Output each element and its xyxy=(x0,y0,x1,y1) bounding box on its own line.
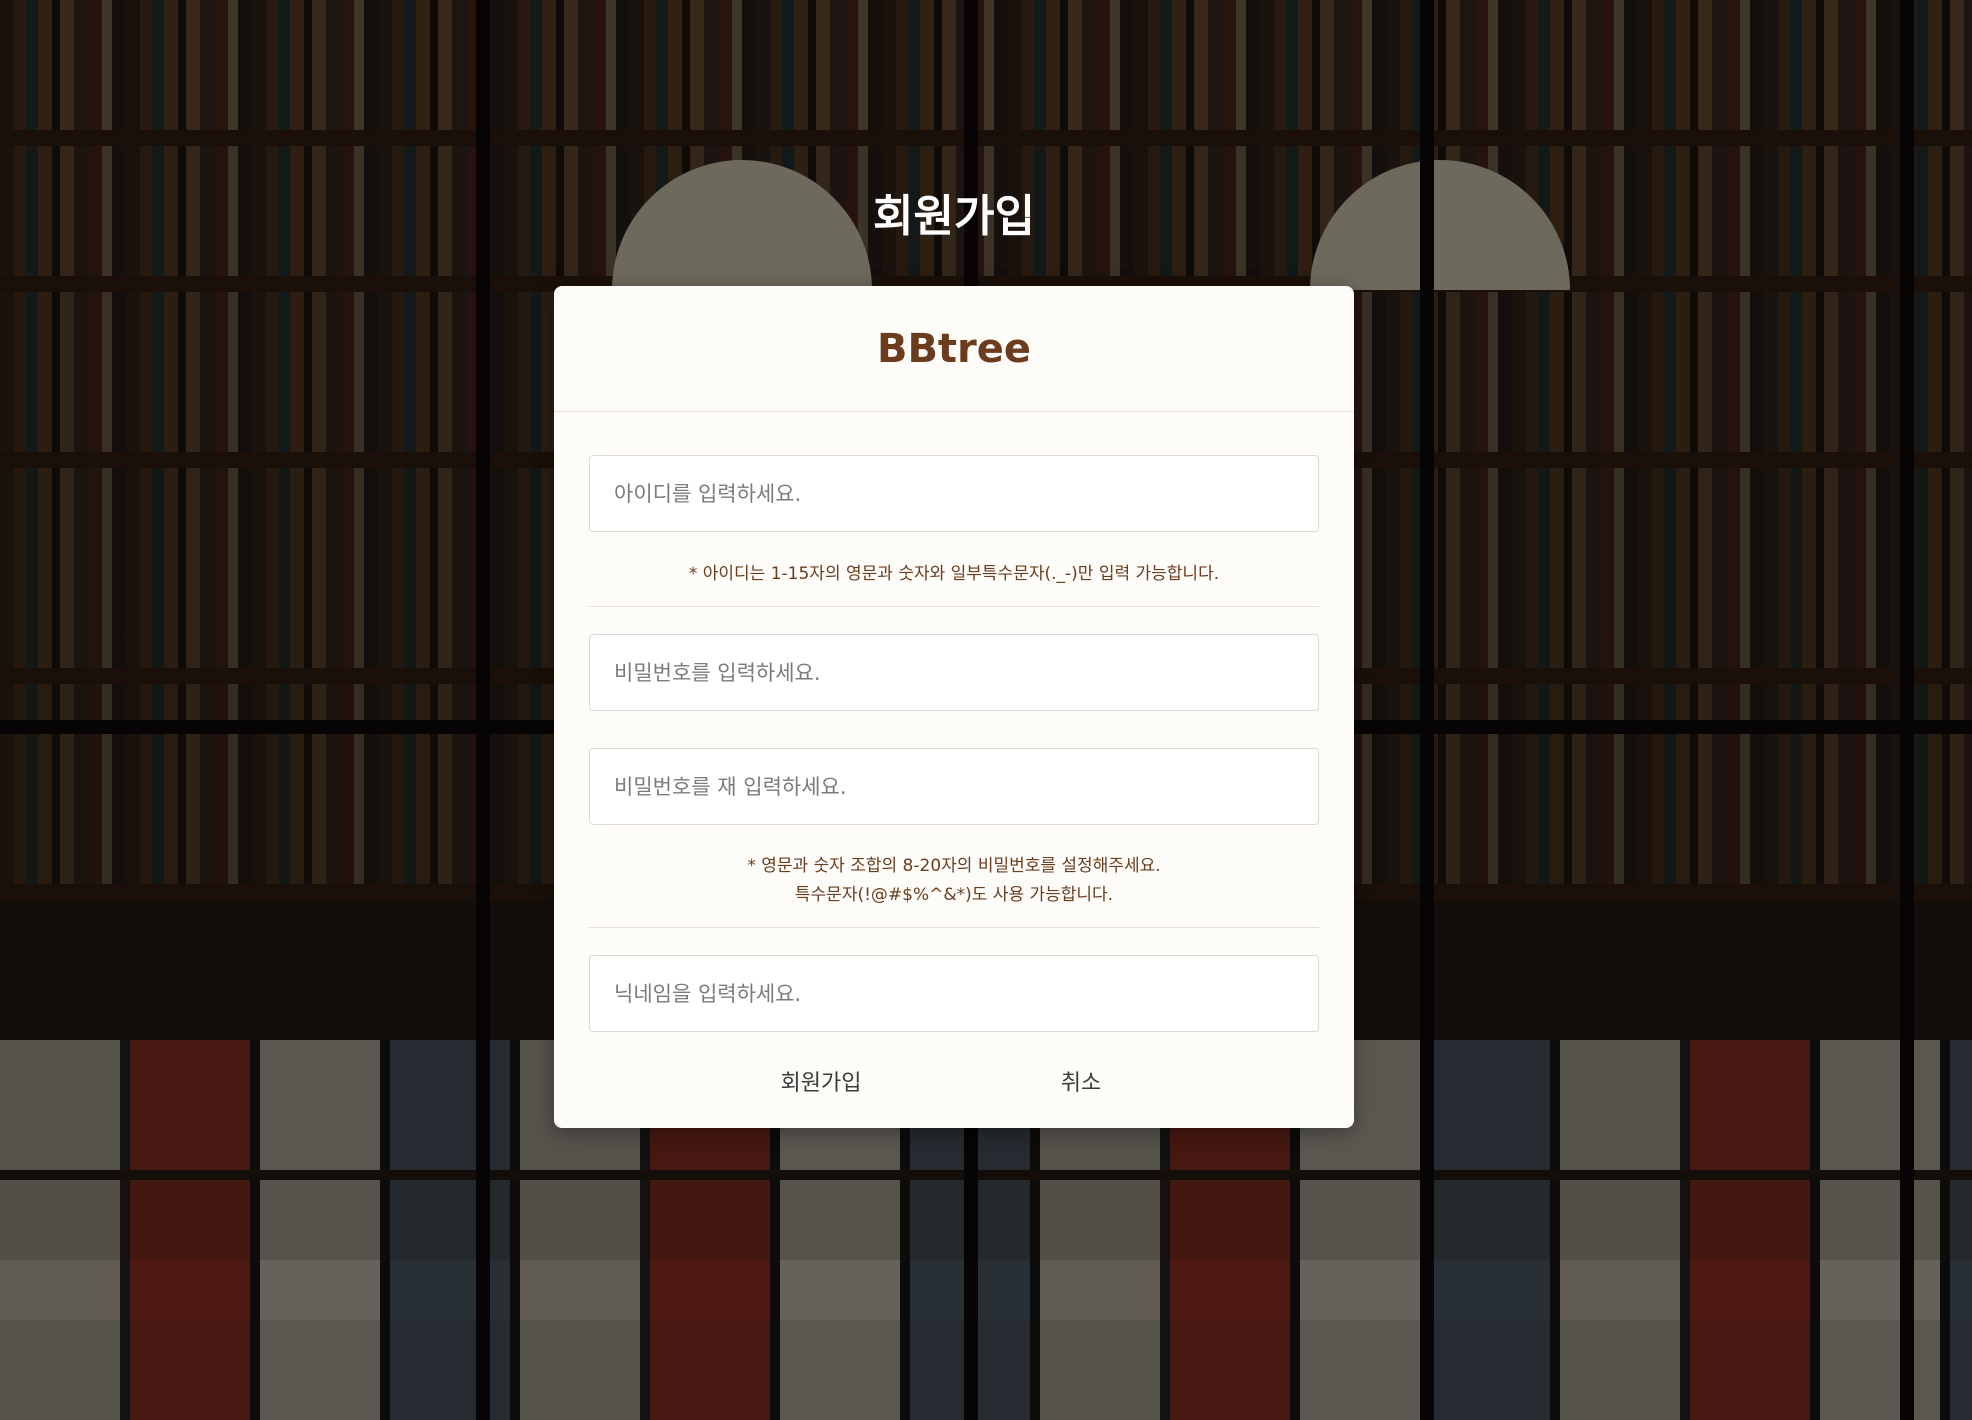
id-input[interactable] xyxy=(589,455,1319,532)
password-hint: * 영문과 숫자 조합의 8-20자의 비밀번호를 설정해주세요. 특수문자(!… xyxy=(589,852,1319,910)
signup-button[interactable]: 회원가입 xyxy=(721,1056,921,1106)
password-input[interactable] xyxy=(589,634,1319,711)
password-hint-line1: * 영문과 숫자 조합의 8-20자의 비밀번호를 설정해주세요. xyxy=(747,856,1161,876)
nickname-input[interactable] xyxy=(589,955,1319,1032)
cancel-button[interactable]: 취소 xyxy=(981,1056,1181,1106)
brand-logo-text: BBtree xyxy=(876,325,1032,372)
divider xyxy=(589,606,1319,607)
password-hint-line2: 특수문자(!@#$%^&*)도 사용 가능합니다. xyxy=(794,885,1114,905)
id-hint: * 아이디는 1-15자의 영문과 숫자와 일부특수문자(._-)만 입력 가능… xyxy=(688,564,1220,584)
divider xyxy=(589,927,1319,928)
password-confirm-input[interactable] xyxy=(589,748,1319,825)
page-title: 회원가입 xyxy=(873,191,1035,242)
signup-card: BBtree * 아이디는 1-15자의 영문과 숫자와 일부특수문자(._-)… xyxy=(554,286,1354,1128)
card-header: BBtree xyxy=(554,286,1354,412)
